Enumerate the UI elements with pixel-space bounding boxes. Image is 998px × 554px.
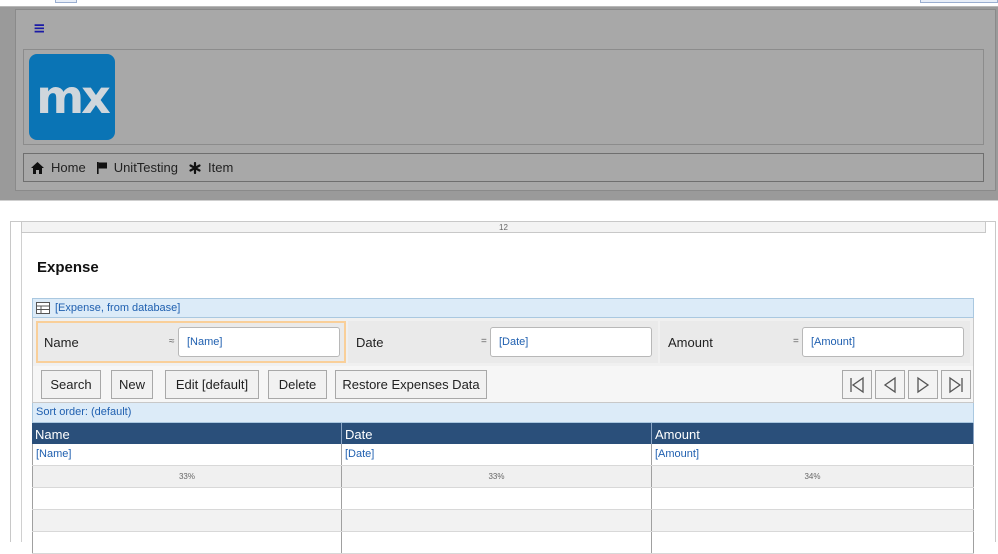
cell-name-binding: [Name] — [32, 444, 342, 465]
previous-page-button[interactable] — [875, 370, 905, 399]
first-page-icon — [850, 376, 864, 393]
search-field-amount: Amount = [Amount] — [660, 321, 970, 363]
nav-item-item[interactable]: Item — [189, 160, 233, 175]
empty-cell — [342, 510, 652, 531]
search-field-name: Name ≈ [Name] — [36, 321, 346, 363]
datagrid-controlbar: Search New Edit [default] Delete Restore… — [32, 366, 974, 403]
datasource-label: [Expense, from database] — [55, 302, 181, 314]
logo-container: mx — [23, 49, 984, 145]
name-search-input[interactable]: [Name] — [178, 327, 340, 357]
delete-button[interactable]: Delete — [268, 370, 327, 399]
search-field-date: Date = [Date] — [348, 321, 658, 363]
column-header-date[interactable]: Date — [342, 423, 652, 444]
new-button[interactable]: New — [111, 370, 153, 399]
empty-cell — [342, 488, 652, 509]
last-page-button[interactable] — [941, 370, 971, 399]
tab-marker-right — [920, 0, 998, 3]
table-row[interactable] — [32, 510, 974, 532]
breadcrumb-navigation: Home UnitTesting Item — [23, 153, 984, 182]
search-field-amount-operator: = — [793, 336, 799, 347]
cell-date-binding: [Date] — [342, 444, 652, 465]
empty-cell — [652, 488, 974, 509]
layout-left-column — [11, 222, 22, 542]
search-field-name-label: Name — [44, 335, 79, 350]
datasource-header: [Expense, from database] — [32, 298, 974, 318]
nav-unittesting-label: UnitTesting — [113, 160, 178, 175]
amount-search-input[interactable]: [Amount] — [802, 327, 964, 357]
empty-cell — [32, 488, 342, 509]
search-field-date-label: Date — [356, 335, 384, 350]
page-title: Expense — [37, 259, 99, 276]
column-header-amount[interactable]: Amount — [652, 423, 974, 444]
column-width-amount: 34% — [652, 466, 974, 487]
date-search-input[interactable]: [Date] — [490, 327, 652, 357]
grid-header-row: Name Date Amount — [32, 423, 974, 444]
hamburger-menu-icon[interactable]: ≡ — [33, 21, 46, 36]
column-width-date: 33% — [342, 466, 652, 487]
search-field-amount-label: Amount — [668, 335, 713, 350]
edit-button[interactable]: Edit [default] — [165, 370, 259, 399]
grid-width-row: 33% 33% 34% — [32, 466, 974, 488]
nav-item-home[interactable]: Home — [31, 160, 86, 175]
nav-home-label: Home — [51, 160, 86, 175]
datagrid-icon — [36, 302, 50, 314]
nav-item-unittesting[interactable]: UnitTesting — [96, 160, 178, 175]
previous-page-icon — [883, 376, 896, 393]
nav-item-label: Item — [208, 160, 234, 175]
next-page-button[interactable] — [908, 370, 938, 399]
mendix-logo[interactable]: mx — [29, 54, 115, 140]
next-page-icon — [917, 376, 930, 393]
first-page-button[interactable] — [842, 370, 872, 399]
search-field-name-operator: ≈ — [169, 336, 175, 347]
cell-amount-binding: [Amount] — [652, 444, 974, 465]
column-header-name[interactable]: Name — [32, 423, 342, 444]
browser-top-strip — [0, 0, 998, 7]
search-field-date-operator: = — [481, 336, 487, 347]
page-content: 12 Expense [Expense, from database] Name… — [0, 200, 998, 554]
empty-cell — [342, 532, 652, 553]
restore-expenses-button[interactable]: Restore Expenses Data — [335, 370, 487, 399]
tab-marker — [55, 0, 77, 3]
layout-column-ruler: 12 — [21, 221, 986, 233]
table-row[interactable] — [32, 532, 974, 554]
search-bar: Name ≈ [Name] Date = [Date] Amount = [Am… — [32, 318, 974, 366]
sort-order-bar: Sort order: (default) — [32, 403, 974, 423]
empty-cell — [652, 510, 974, 531]
asterisk-icon — [189, 161, 201, 174]
empty-cell — [32, 532, 342, 553]
grid-binding-row: [Name] [Date] [Amount] — [32, 444, 974, 466]
home-icon — [31, 161, 44, 174]
table-row[interactable] — [32, 488, 974, 510]
last-page-icon — [949, 376, 963, 393]
empty-cell — [652, 532, 974, 553]
flag-icon — [96, 161, 107, 174]
logo-text: mx — [36, 70, 111, 124]
column-width-name: 33% — [32, 466, 342, 487]
empty-cell — [32, 510, 342, 531]
expense-datagrid: Name Date Amount [Name] [Date] [Amount] … — [32, 423, 974, 554]
search-button[interactable]: Search — [41, 370, 101, 399]
